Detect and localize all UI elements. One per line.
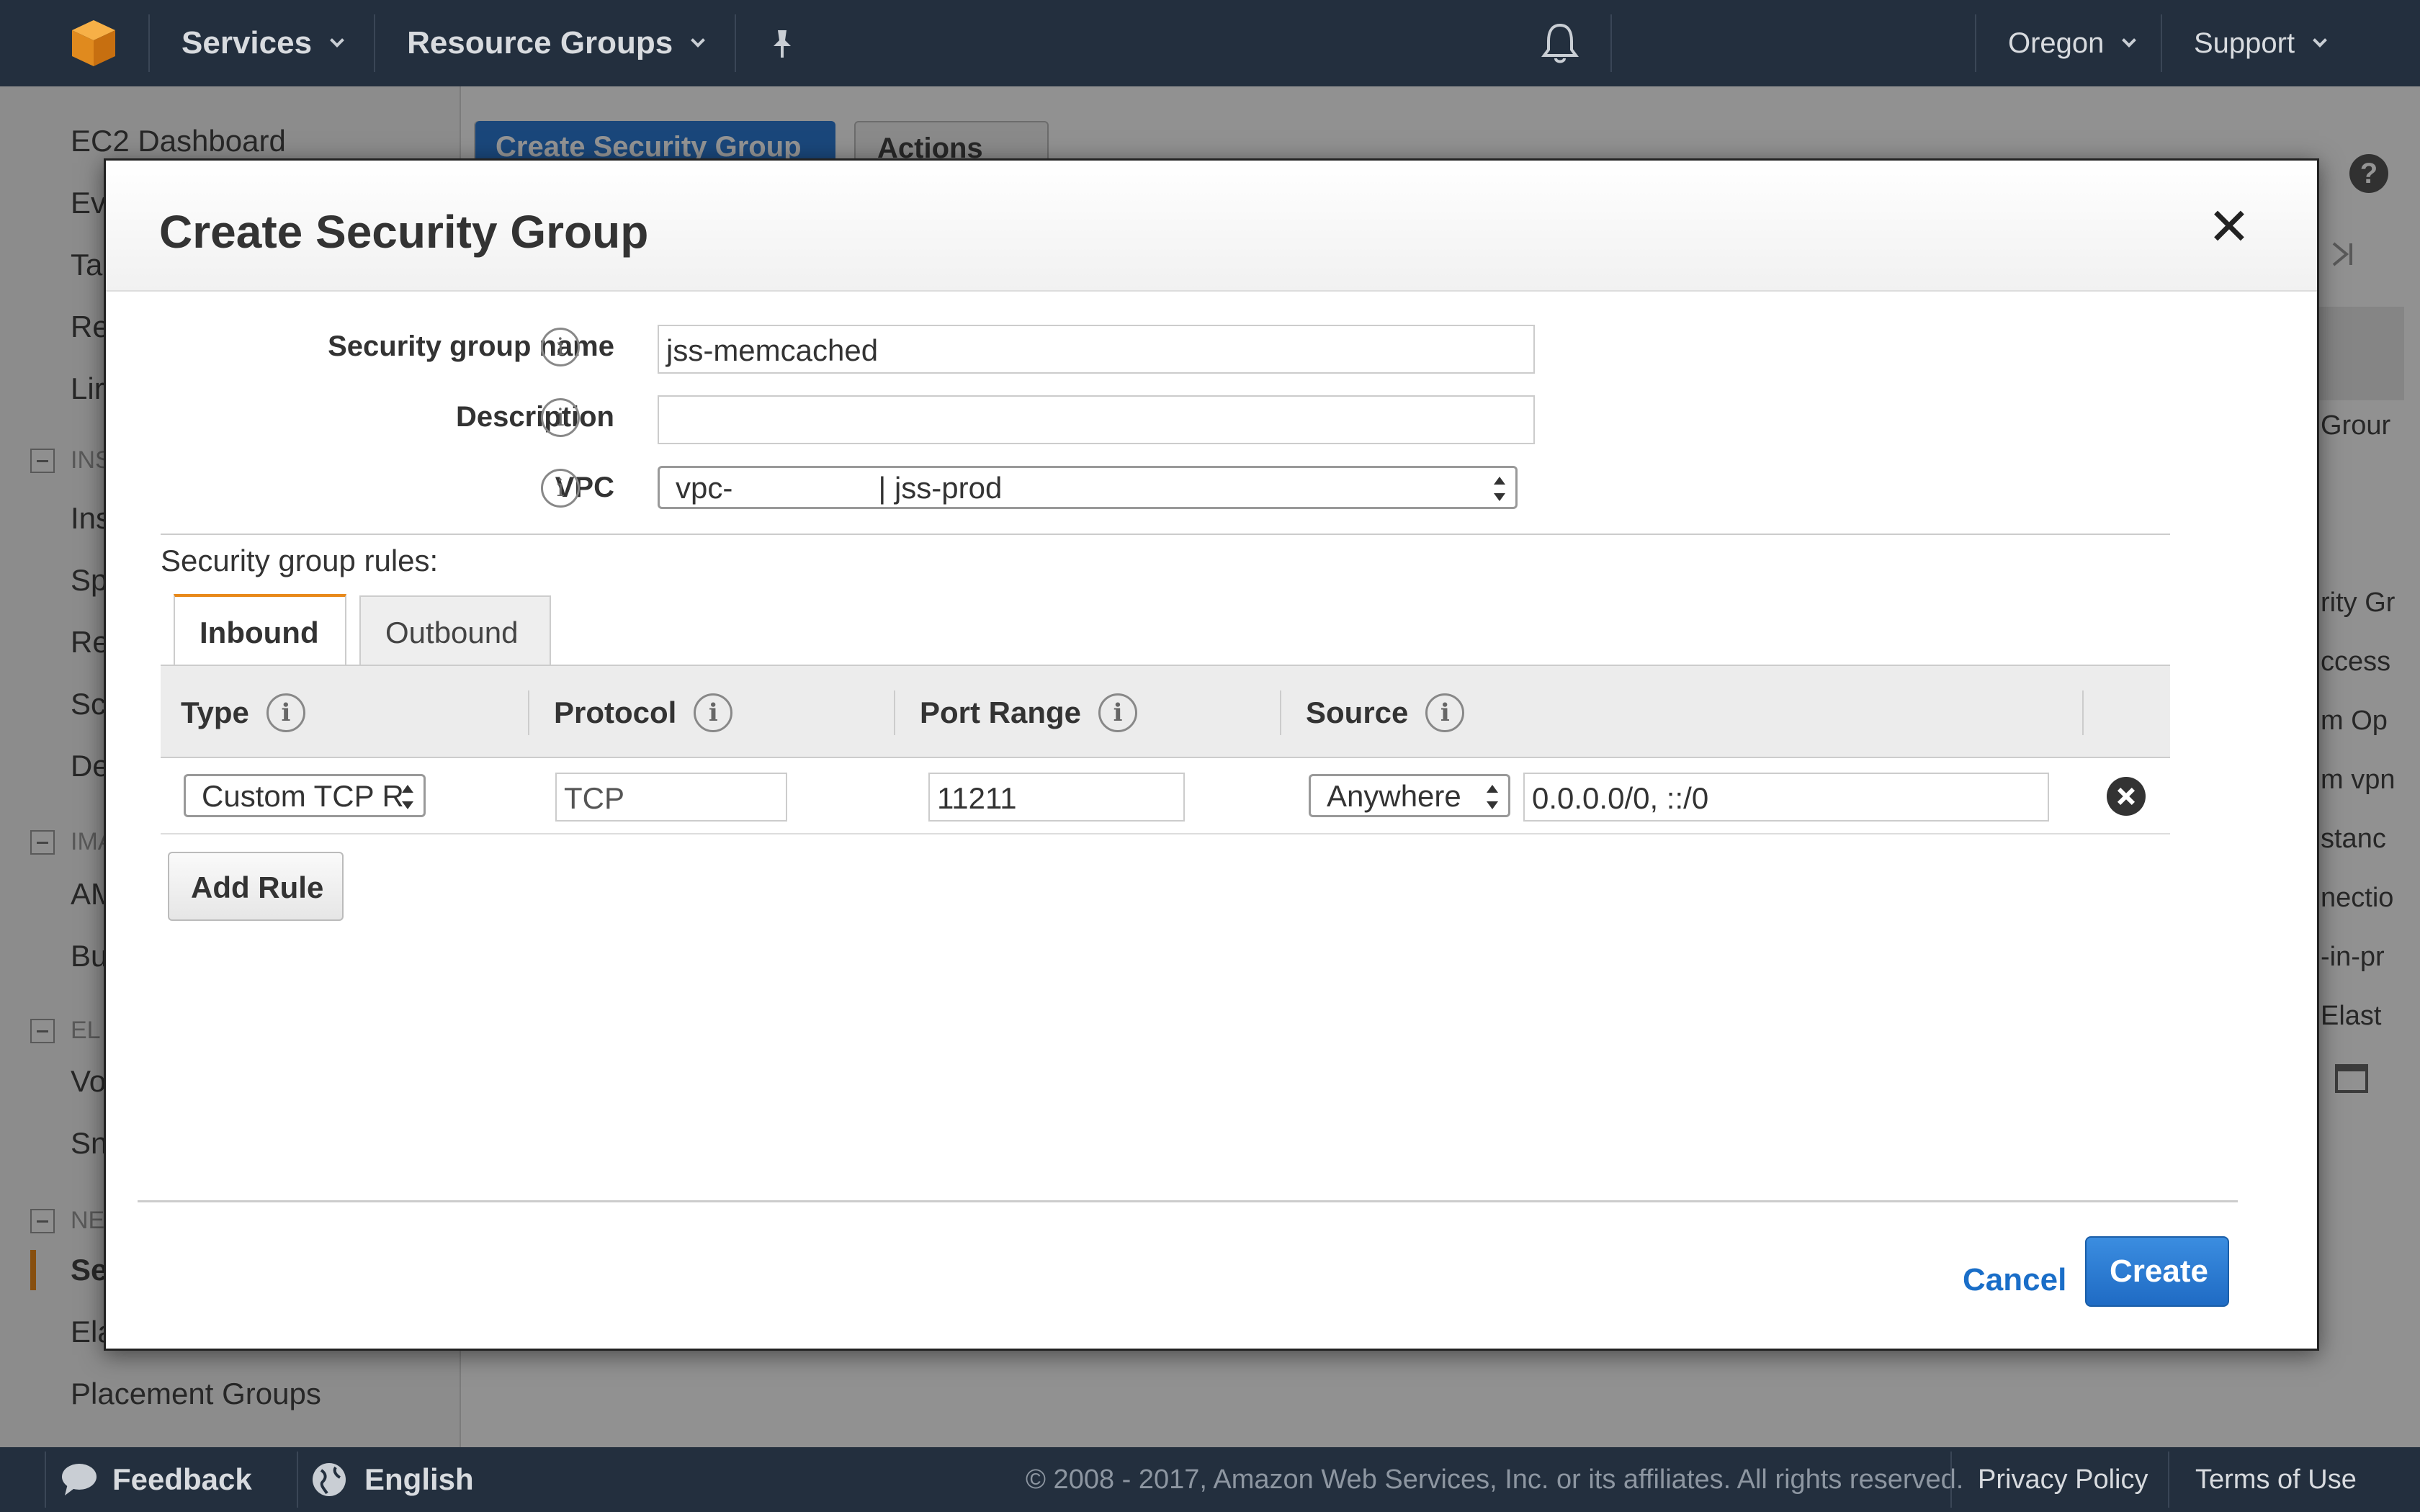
vpc-select[interactable]: vpc- | jss-prod (658, 466, 1518, 509)
column-divider (1280, 690, 1281, 735)
chevron-down-icon (2122, 33, 2137, 48)
rule-type-select[interactable]: Custom TCP R (184, 774, 426, 817)
info-icon[interactable]: i (541, 398, 580, 437)
dialog-title: Create Security Group (159, 206, 649, 258)
create-security-group-dialog: Create Security Group Security group nam… (104, 158, 2319, 1351)
table-header: Type i Protocol i Port Range i Source i (161, 665, 2170, 758)
info-icon[interactable]: i (541, 328, 580, 366)
security-group-rules-label: Security group rules: (161, 544, 439, 577)
info-icon[interactable]: i (1098, 693, 1138, 732)
info-icon[interactable]: i (541, 469, 580, 508)
table-row: Custom TCP R TCP 11211 Anywhere 0.0.0.0/… (161, 758, 2170, 834)
column-header-source: Source i (1306, 693, 1465, 732)
column-label: Protocol (554, 696, 677, 729)
footer-divider (138, 1200, 2238, 1202)
services-label: Services (182, 25, 313, 60)
rule-type-value: Custom TCP R (202, 779, 404, 813)
resource-groups-label: Resource Groups (407, 25, 673, 60)
column-label: Type (181, 696, 249, 729)
bell-icon (1541, 23, 1579, 63)
language-label: English (364, 1462, 474, 1496)
info-icon[interactable]: i (1425, 693, 1465, 732)
tab-outbound[interactable]: Outbound (359, 595, 551, 666)
resource-groups-menu[interactable]: Resource Groups (375, 0, 735, 86)
chat-bubble-icon (62, 1464, 97, 1495)
copyright-text: © 2008 - 2017, Amazon Web Services, Inc.… (1026, 1464, 1964, 1495)
aws-logo-icon[interactable] (68, 17, 120, 69)
privacy-policy-link[interactable]: Privacy Policy (1978, 1447, 2148, 1512)
tab-inbound[interactable]: Inbound (174, 594, 346, 665)
source-mode-value: Anywhere (1327, 779, 1461, 813)
feedback-link[interactable]: Feedback (60, 1447, 252, 1512)
pin-button[interactable] (736, 0, 828, 86)
security-group-name-input[interactable]: jss-memcached (658, 325, 1535, 374)
select-arrows-icon (1492, 475, 1507, 503)
column-header-protocol: Protocol i (554, 693, 733, 732)
vpc-id-prefix: vpc- (676, 471, 733, 505)
notifications-button[interactable] (1541, 0, 1579, 86)
top-navigation-bar: Services Resource Groups Oregon Support (0, 0, 2420, 86)
cancel-button[interactable]: Cancel (1963, 1262, 2066, 1298)
page-footer: Feedback English © 2008 - 2017, Amazon W… (0, 1447, 2420, 1512)
select-arrows-icon (400, 783, 415, 811)
remove-rule-icon[interactable] (2107, 777, 2146, 816)
column-divider (2082, 690, 2084, 735)
info-icon[interactable]: i (266, 693, 305, 732)
source-cidr-input[interactable]: 0.0.0.0/0, ::/0 (1523, 773, 2049, 822)
description-input[interactable] (658, 395, 1535, 444)
column-header-type: Type i (181, 693, 305, 732)
region-label: Oregon (2008, 27, 2105, 59)
column-label: Port Range (920, 696, 1082, 729)
chevron-down-icon (330, 33, 344, 48)
language-selector[interactable]: English (311, 1447, 474, 1512)
vpc-name: | jss-prod (878, 471, 1003, 505)
region-menu[interactable]: Oregon (1976, 0, 2166, 86)
chevron-down-icon (2313, 33, 2328, 48)
column-divider (894, 690, 895, 735)
chevron-down-icon (691, 33, 706, 48)
source-select[interactable]: Anywhere (1309, 774, 1510, 817)
column-divider (528, 690, 529, 735)
add-rule-button[interactable]: Add Rule (168, 852, 344, 921)
feedback-label: Feedback (112, 1462, 252, 1496)
pin-icon (774, 30, 792, 58)
close-icon[interactable] (2206, 202, 2252, 248)
section-divider (161, 534, 2170, 535)
protocol-field: TCP (555, 773, 787, 822)
footer-divider (2168, 1452, 2169, 1508)
nav-divider (1610, 14, 1612, 72)
column-label: Source (1306, 696, 1409, 729)
footer-divider (45, 1452, 46, 1508)
create-button[interactable]: Create (2085, 1236, 2229, 1307)
globe-icon (313, 1463, 346, 1496)
footer-divider (297, 1452, 298, 1508)
terms-of-use-link[interactable]: Terms of Use (2195, 1447, 2357, 1512)
column-header-port-range: Port Range i (920, 693, 1138, 732)
dialog-header: Create Security Group (106, 161, 2317, 292)
footer-divider (1950, 1452, 1952, 1508)
support-menu[interactable]: Support (2162, 0, 2357, 86)
support-label: Support (2194, 27, 2295, 59)
select-arrows-icon (1485, 783, 1500, 811)
services-menu[interactable]: Services (150, 0, 374, 86)
info-icon[interactable]: i (694, 693, 733, 732)
port-range-input[interactable]: 11211 (928, 773, 1185, 822)
